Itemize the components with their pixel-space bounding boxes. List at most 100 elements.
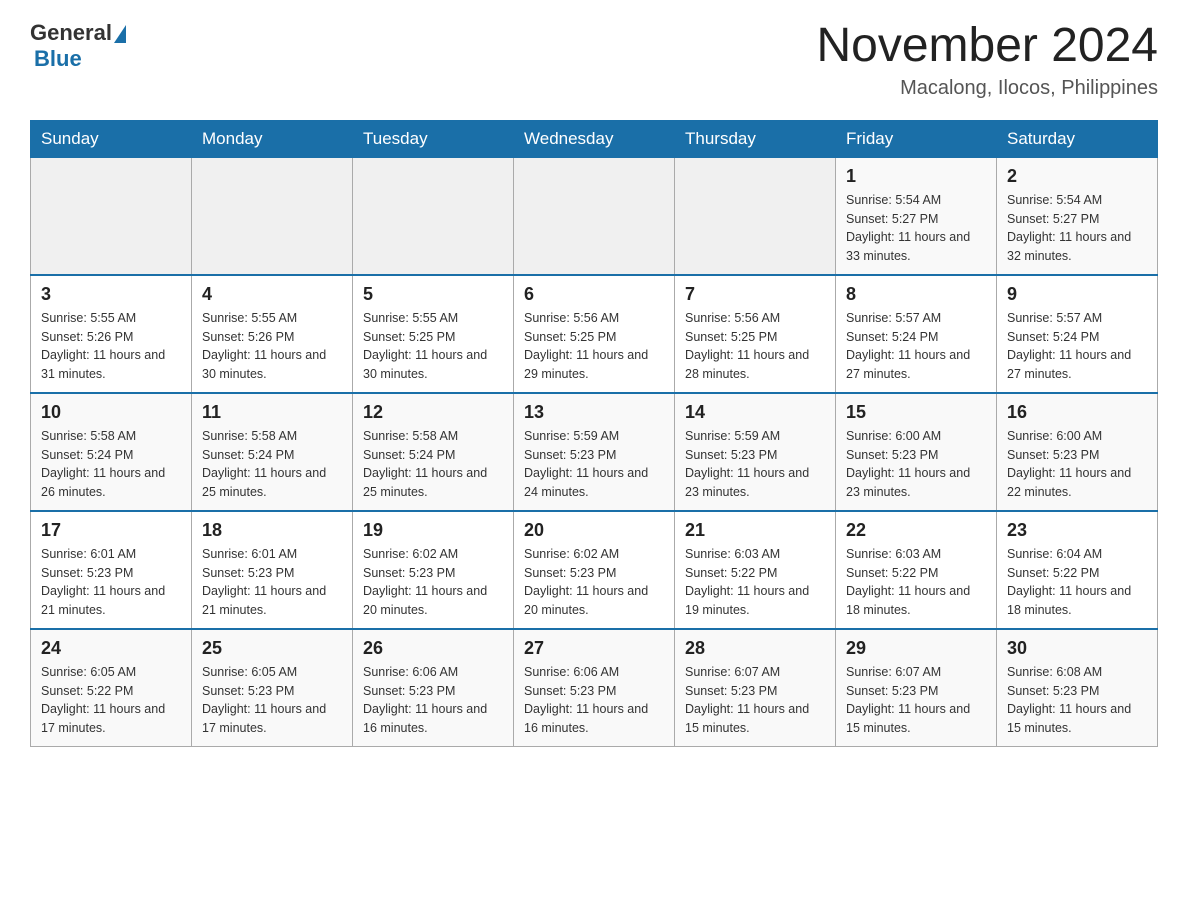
- day-number: 8: [846, 284, 986, 305]
- day-info: Sunrise: 5:58 AM Sunset: 5:24 PM Dayligh…: [363, 427, 503, 502]
- day-info: Sunrise: 6:06 AM Sunset: 5:23 PM Dayligh…: [524, 663, 664, 738]
- day-number: 30: [1007, 638, 1147, 659]
- day-number: 18: [202, 520, 342, 541]
- day-number: 16: [1007, 402, 1147, 423]
- day-info: Sunrise: 5:55 AM Sunset: 5:26 PM Dayligh…: [41, 309, 181, 384]
- day-info: Sunrise: 6:05 AM Sunset: 5:22 PM Dayligh…: [41, 663, 181, 738]
- day-number: 25: [202, 638, 342, 659]
- day-info: Sunrise: 6:07 AM Sunset: 5:23 PM Dayligh…: [846, 663, 986, 738]
- day-info: Sunrise: 6:07 AM Sunset: 5:23 PM Dayligh…: [685, 663, 825, 738]
- calendar-cell: 12 Sunrise: 5:58 AM Sunset: 5:24 PM Dayli…: [353, 393, 514, 511]
- calendar-cell: 14 Sunrise: 5:59 AM Sunset: 5:23 PM Dayli…: [675, 393, 836, 511]
- day-number: 4: [202, 284, 342, 305]
- calendar-cell: 16 Sunrise: 6:00 AM Sunset: 5:23 PM Dayli…: [997, 393, 1158, 511]
- calendar-cell: 10 Sunrise: 5:58 AM Sunset: 5:24 PM Dayli…: [31, 393, 192, 511]
- title-section: November 2024 Macalong, Ilocos, Philippi…: [816, 20, 1158, 100]
- day-number: 12: [363, 402, 503, 423]
- logo-triangle-icon: [114, 25, 126, 43]
- calendar-week-row: 24 Sunrise: 6:05 AM Sunset: 5:22 PM Dayli…: [31, 629, 1158, 747]
- calendar-cell: 20 Sunrise: 6:02 AM Sunset: 5:23 PM Dayli…: [514, 511, 675, 629]
- day-info: Sunrise: 6:03 AM Sunset: 5:22 PM Dayligh…: [846, 545, 986, 620]
- calendar-header: SundayMondayTuesdayWednesdayThursdayFrid…: [31, 120, 1158, 157]
- day-number: 13: [524, 402, 664, 423]
- day-info: Sunrise: 6:05 AM Sunset: 5:23 PM Dayligh…: [202, 663, 342, 738]
- day-of-week-header: Friday: [836, 120, 997, 157]
- page-header: General Blue November 2024 Macalong, Ilo…: [30, 20, 1158, 100]
- calendar-table: SundayMondayTuesdayWednesdayThursdayFrid…: [30, 120, 1158, 747]
- calendar-cell: 11Sunrise: 5:58 AM Sunset: 5:24 PM Dayli…: [192, 393, 353, 511]
- calendar-body: 1 Sunrise: 5:54 AM Sunset: 5:27 PM Daylig…: [31, 157, 1158, 746]
- day-number: 26: [363, 638, 503, 659]
- calendar-cell: 19 Sunrise: 6:02 AM Sunset: 5:23 PM Dayli…: [353, 511, 514, 629]
- day-number: 27: [524, 638, 664, 659]
- logo: General Blue: [30, 20, 126, 73]
- logo-general-text: General: [30, 20, 112, 46]
- day-number: 15: [846, 402, 986, 423]
- day-number: 17: [41, 520, 181, 541]
- calendar-week-row: 17 Sunrise: 6:01 AM Sunset: 5:23 PM Dayli…: [31, 511, 1158, 629]
- day-of-week-header: Sunday: [31, 120, 192, 157]
- day-of-week-header: Monday: [192, 120, 353, 157]
- day-number: 5: [363, 284, 503, 305]
- day-info: Sunrise: 5:59 AM Sunset: 5:23 PM Dayligh…: [524, 427, 664, 502]
- day-header-row: SundayMondayTuesdayWednesdayThursdayFrid…: [31, 120, 1158, 157]
- calendar-cell: 8 Sunrise: 5:57 AM Sunset: 5:24 PM Daylig…: [836, 275, 997, 393]
- calendar-cell: [514, 157, 675, 275]
- day-number: 20: [524, 520, 664, 541]
- day-number: 22: [846, 520, 986, 541]
- day-info: Sunrise: 5:56 AM Sunset: 5:25 PM Dayligh…: [524, 309, 664, 384]
- day-info: Sunrise: 5:55 AM Sunset: 5:26 PM Dayligh…: [202, 309, 342, 384]
- day-number: 28: [685, 638, 825, 659]
- calendar-cell: 23Sunrise: 6:04 AM Sunset: 5:22 PM Dayli…: [997, 511, 1158, 629]
- day-number: 1: [846, 166, 986, 187]
- calendar-cell: 3 Sunrise: 5:55 AM Sunset: 5:26 PM Daylig…: [31, 275, 192, 393]
- day-number: 14: [685, 402, 825, 423]
- logo-blue-text: Blue: [34, 46, 126, 72]
- calendar-cell: 29 Sunrise: 6:07 AM Sunset: 5:23 PM Dayli…: [836, 629, 997, 747]
- day-info: Sunrise: 5:57 AM Sunset: 5:24 PM Dayligh…: [846, 309, 986, 384]
- calendar-cell: 13 Sunrise: 5:59 AM Sunset: 5:23 PM Dayli…: [514, 393, 675, 511]
- calendar-cell: 25 Sunrise: 6:05 AM Sunset: 5:23 PM Dayli…: [192, 629, 353, 747]
- calendar-cell: 28 Sunrise: 6:07 AM Sunset: 5:23 PM Dayli…: [675, 629, 836, 747]
- calendar-cell: 30 Sunrise: 6:08 AM Sunset: 5:23 PM Dayli…: [997, 629, 1158, 747]
- day-info: Sunrise: 5:58 AM Sunset: 5:24 PM Dayligh…: [202, 427, 342, 502]
- day-number: 24: [41, 638, 181, 659]
- calendar-cell: [31, 157, 192, 275]
- calendar-cell: 24 Sunrise: 6:05 AM Sunset: 5:22 PM Dayli…: [31, 629, 192, 747]
- day-info: Sunrise: 6:02 AM Sunset: 5:23 PM Dayligh…: [524, 545, 664, 620]
- day-info: Sunrise: 5:55 AM Sunset: 5:25 PM Dayligh…: [363, 309, 503, 384]
- day-number: 6: [524, 284, 664, 305]
- day-info: Sunrise: 6:03 AM Sunset: 5:22 PM Dayligh…: [685, 545, 825, 620]
- day-info: Sunrise: 6:00 AM Sunset: 5:23 PM Dayligh…: [846, 427, 986, 502]
- day-of-week-header: Thursday: [675, 120, 836, 157]
- calendar-cell: 5 Sunrise: 5:55 AM Sunset: 5:25 PM Daylig…: [353, 275, 514, 393]
- calendar-cell: 18 Sunrise: 6:01 AM Sunset: 5:23 PM Dayli…: [192, 511, 353, 629]
- day-info: Sunrise: 6:01 AM Sunset: 5:23 PM Dayligh…: [202, 545, 342, 620]
- day-number: 23: [1007, 520, 1147, 541]
- day-number: 19: [363, 520, 503, 541]
- day-info: Sunrise: 5:58 AM Sunset: 5:24 PM Dayligh…: [41, 427, 181, 502]
- calendar-cell: 9Sunrise: 5:57 AM Sunset: 5:24 PM Daylig…: [997, 275, 1158, 393]
- day-info: Sunrise: 6:00 AM Sunset: 5:23 PM Dayligh…: [1007, 427, 1147, 502]
- day-number: 10: [41, 402, 181, 423]
- day-info: Sunrise: 5:59 AM Sunset: 5:23 PM Dayligh…: [685, 427, 825, 502]
- calendar-cell: [192, 157, 353, 275]
- day-info: Sunrise: 6:06 AM Sunset: 5:23 PM Dayligh…: [363, 663, 503, 738]
- day-info: Sunrise: 6:08 AM Sunset: 5:23 PM Dayligh…: [1007, 663, 1147, 738]
- day-number: 29: [846, 638, 986, 659]
- day-info: Sunrise: 5:54 AM Sunset: 5:27 PM Dayligh…: [1007, 191, 1147, 266]
- location-title: Macalong, Ilocos, Philippines: [816, 77, 1158, 100]
- day-info: Sunrise: 6:02 AM Sunset: 5:23 PM Dayligh…: [363, 545, 503, 620]
- calendar-cell: [675, 157, 836, 275]
- calendar-week-row: 3 Sunrise: 5:55 AM Sunset: 5:26 PM Daylig…: [31, 275, 1158, 393]
- day-number: 3: [41, 284, 181, 305]
- calendar-week-row: 1 Sunrise: 5:54 AM Sunset: 5:27 PM Daylig…: [31, 157, 1158, 275]
- calendar-cell: 17 Sunrise: 6:01 AM Sunset: 5:23 PM Dayli…: [31, 511, 192, 629]
- day-info: Sunrise: 6:01 AM Sunset: 5:23 PM Dayligh…: [41, 545, 181, 620]
- calendar-cell: 15 Sunrise: 6:00 AM Sunset: 5:23 PM Dayli…: [836, 393, 997, 511]
- calendar-cell: 7Sunrise: 5:56 AM Sunset: 5:25 PM Daylig…: [675, 275, 836, 393]
- calendar-cell: 1Sunrise: 5:54 AM Sunset: 5:27 PM Daylig…: [836, 157, 997, 275]
- calendar-cell: 27 Sunrise: 6:06 AM Sunset: 5:23 PM Dayli…: [514, 629, 675, 747]
- day-number: 2: [1007, 166, 1147, 187]
- day-info: Sunrise: 5:56 AM Sunset: 5:25 PM Dayligh…: [685, 309, 825, 384]
